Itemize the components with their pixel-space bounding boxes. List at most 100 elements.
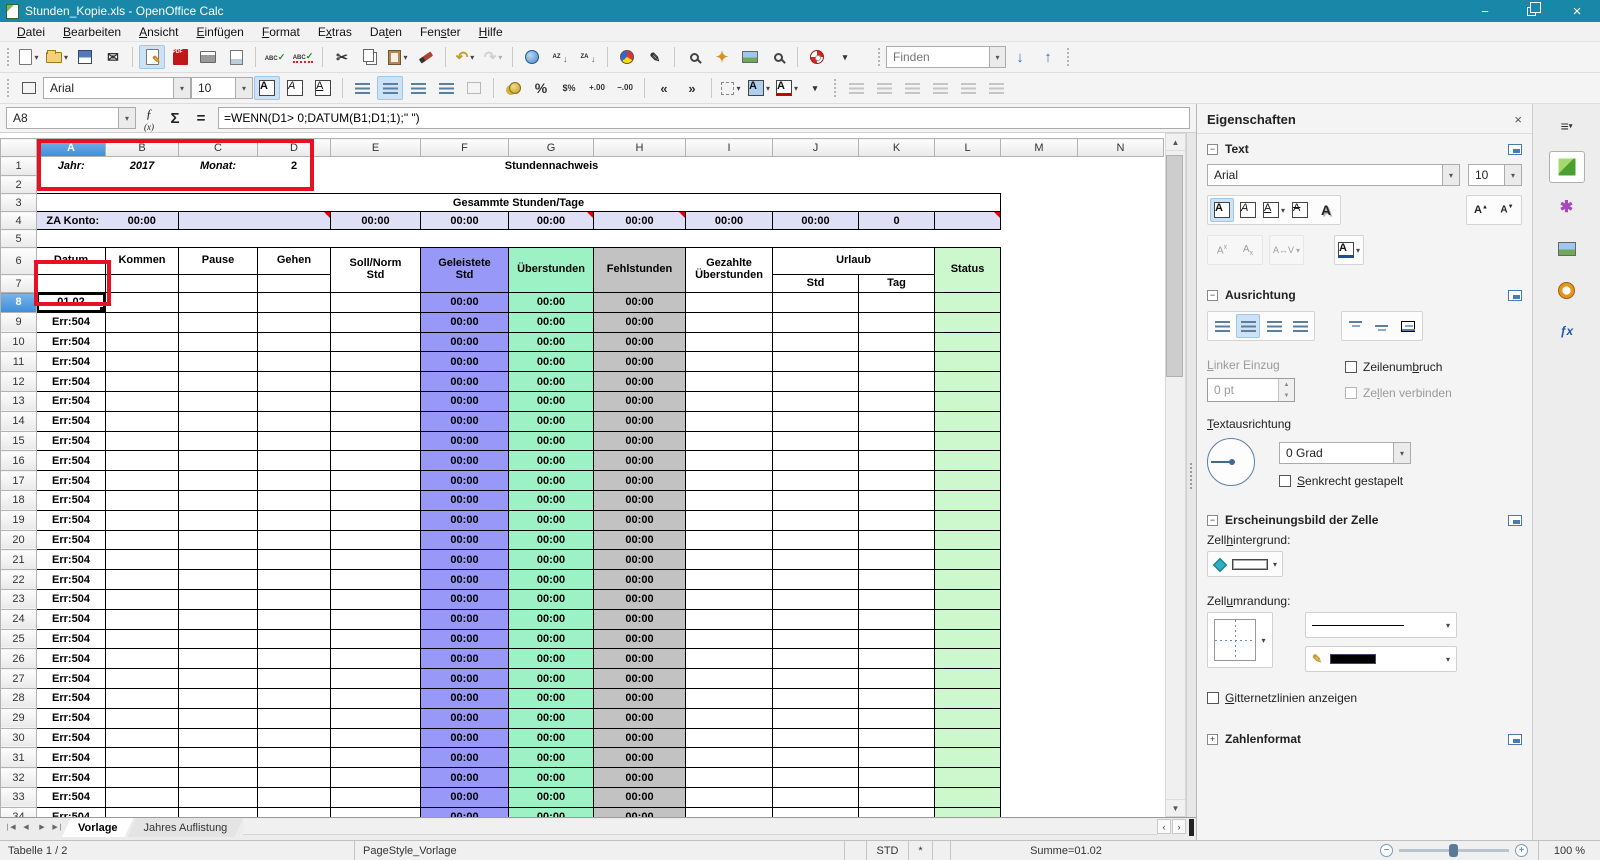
cell-r24[interactable] bbox=[330, 608, 421, 630]
column-header-G[interactable]: G bbox=[508, 138, 594, 157]
cell-r11[interactable] bbox=[685, 351, 773, 373]
column-header-B[interactable]: B bbox=[105, 138, 179, 157]
cell-r26[interactable]: 00:00 bbox=[508, 648, 594, 670]
row-header-33[interactable]: 33 bbox=[0, 786, 37, 808]
cell-r6[interactable]: Soll/Norm Std bbox=[330, 247, 421, 293]
cell-r5[interactable] bbox=[1001, 230, 1078, 248]
row-header-14[interactable]: 14 bbox=[0, 410, 37, 432]
cut-button[interactable]: ✂ bbox=[329, 45, 355, 69]
cell-r4[interactable]: 00:00 bbox=[330, 211, 421, 230]
cell-r30[interactable] bbox=[105, 727, 179, 749]
sidebar-align-right-button[interactable] bbox=[1262, 314, 1286, 338]
cell-r22[interactable]: 00:00 bbox=[420, 569, 509, 590]
cell-r16[interactable] bbox=[105, 450, 179, 472]
cell-r24[interactable] bbox=[1001, 609, 1078, 629]
row-header-16[interactable]: 16 bbox=[0, 450, 37, 472]
cell-r13[interactable]: 00:00 bbox=[420, 390, 509, 412]
cell-r16[interactable] bbox=[685, 450, 773, 472]
cell-r5[interactable] bbox=[37, 230, 106, 248]
cell-r18[interactable] bbox=[1078, 490, 1164, 510]
dropdown-arrow-icon[interactable]: ▾ bbox=[989, 47, 1005, 67]
increase-font-size-button[interactable]: A▲ bbox=[1469, 198, 1493, 222]
cell-r1[interactable]: Monat: bbox=[179, 157, 258, 176]
function-wizard-button[interactable]: ƒ (x) bbox=[136, 106, 162, 132]
menu-einfügen[interactable]: Einfügen bbox=[187, 23, 252, 41]
cell-r34[interactable] bbox=[257, 806, 331, 817]
font-size-combo[interactable]: 10 ▾ bbox=[191, 77, 253, 99]
cell-r19[interactable] bbox=[772, 509, 859, 531]
cell-r18[interactable] bbox=[105, 489, 179, 511]
cell-r22[interactable] bbox=[257, 569, 331, 590]
cell-r33[interactable] bbox=[858, 786, 935, 808]
cell-r19[interactable] bbox=[330, 509, 421, 531]
error-cell-a10[interactable]: Err:504 bbox=[36, 331, 106, 353]
cell-r21[interactable]: 00:00 bbox=[508, 549, 594, 571]
cell-r23[interactable]: 00:00 bbox=[508, 588, 594, 610]
open-button[interactable]: ▾ bbox=[44, 45, 70, 69]
cell-r16[interactable] bbox=[1001, 451, 1078, 471]
cell-r4[interactable]: 00:00 bbox=[772, 211, 859, 230]
cell-r31[interactable] bbox=[257, 747, 331, 769]
column-header-L[interactable]: L bbox=[934, 138, 1001, 157]
cell-r1[interactable] bbox=[773, 157, 859, 176]
cell-r8[interactable] bbox=[105, 292, 179, 313]
toolbar-grip[interactable] bbox=[1067, 48, 1070, 66]
toolbar-overflow-button[interactable]: ▾ bbox=[802, 76, 828, 100]
cell-r13[interactable]: 00:00 bbox=[508, 390, 594, 412]
cell-r10[interactable] bbox=[772, 331, 859, 353]
underline-button[interactable]: A bbox=[310, 76, 336, 100]
row-header-27[interactable]: 27 bbox=[0, 668, 37, 689]
row-header-7[interactable]: 7 bbox=[0, 274, 37, 293]
cell-r30[interactable] bbox=[772, 727, 859, 749]
cell-r31[interactable]: 00:00 bbox=[593, 747, 686, 769]
gallery-button[interactable] bbox=[737, 45, 763, 69]
cell-r27[interactable] bbox=[772, 668, 859, 689]
cell-r33[interactable] bbox=[105, 786, 179, 808]
column-header-M[interactable]: M bbox=[1000, 138, 1078, 157]
cell-r9[interactable] bbox=[858, 311, 935, 333]
column-header-E[interactable]: E bbox=[330, 138, 421, 157]
cell-r23[interactable]: 00:00 bbox=[593, 588, 686, 610]
error-cell-a16[interactable]: Err:504 bbox=[36, 450, 106, 472]
cell-r25[interactable] bbox=[330, 628, 421, 650]
cell-r31[interactable]: 00:00 bbox=[420, 747, 509, 769]
cell-background-color-button[interactable]: ▾ bbox=[1207, 551, 1284, 577]
cell-r17[interactable]: 00:00 bbox=[508, 470, 594, 491]
cell-r16[interactable] bbox=[934, 450, 1001, 472]
row-header-28[interactable]: 28 bbox=[0, 687, 37, 709]
paste-button[interactable]: ▾ bbox=[385, 45, 411, 69]
cell-r22[interactable] bbox=[330, 569, 421, 590]
cell-r11[interactable] bbox=[178, 351, 258, 373]
cell-r33[interactable] bbox=[772, 786, 859, 808]
cell-r21[interactable] bbox=[1001, 550, 1078, 570]
error-cell-a21[interactable]: Err:504 bbox=[36, 549, 106, 571]
cell-r28[interactable]: 00:00 bbox=[420, 687, 509, 709]
cell-r22[interactable] bbox=[178, 569, 258, 590]
cell-r4[interactable]: 00:00 bbox=[420, 211, 509, 230]
menu-daten[interactable]: Daten bbox=[361, 23, 411, 41]
cell-r13[interactable] bbox=[105, 390, 179, 412]
sum-button[interactable]: Σ bbox=[162, 106, 188, 130]
cell-r3[interactable] bbox=[1001, 194, 1078, 212]
find-combo[interactable]: ▾ bbox=[886, 46, 1006, 68]
cell-r17[interactable] bbox=[1001, 471, 1078, 491]
cell-r13[interactable] bbox=[1078, 391, 1164, 411]
cell-r16[interactable]: 00:00 bbox=[508, 450, 594, 472]
cell-r23[interactable] bbox=[1001, 589, 1078, 609]
menu-format[interactable]: Format bbox=[253, 23, 309, 41]
cell-r6[interactable]: Geleistete Std bbox=[420, 247, 509, 293]
cell-r7[interactable] bbox=[1078, 275, 1164, 293]
export-pdf-button[interactable]: PDF bbox=[167, 45, 193, 69]
cell-r27[interactable] bbox=[1001, 669, 1078, 689]
spinner-up-icon[interactable]: ▲ bbox=[1279, 379, 1294, 390]
cell-r21[interactable] bbox=[685, 549, 773, 571]
decrease-indent-button[interactable]: « bbox=[651, 76, 677, 100]
cell-r10[interactable] bbox=[1078, 332, 1164, 352]
cell-r15[interactable] bbox=[858, 430, 935, 452]
alignment-dialog-launcher-icon[interactable] bbox=[1508, 289, 1522, 301]
cell-r2[interactable] bbox=[106, 176, 179, 194]
sidebar-close-icon[interactable]: × bbox=[1514, 112, 1522, 127]
cell-r7[interactable] bbox=[178, 274, 258, 293]
cell-r27[interactable] bbox=[178, 668, 258, 689]
cell-r34[interactable] bbox=[858, 806, 935, 817]
